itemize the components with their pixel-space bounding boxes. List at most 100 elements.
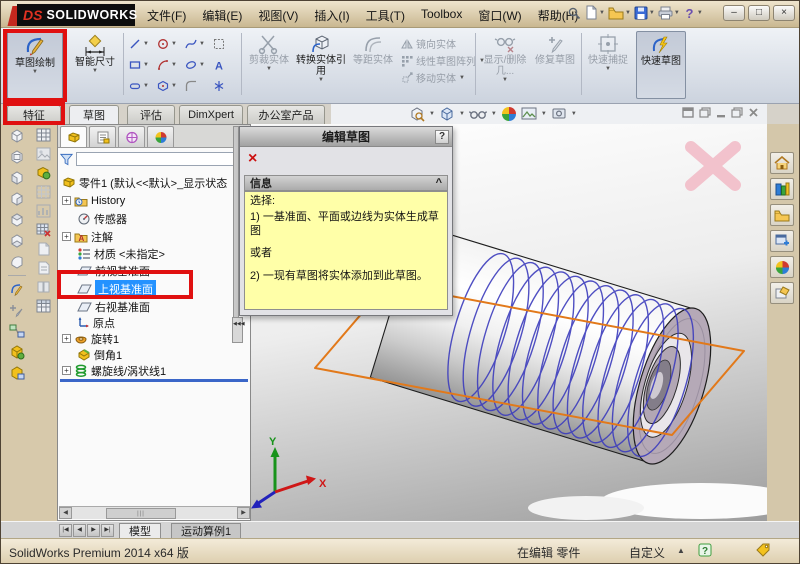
display-style-cube-icon[interactable] [439, 106, 455, 122]
status-help-icon[interactable]: ? [698, 543, 712, 557]
scroll-right-button[interactable]: ▶ [237, 507, 250, 519]
dropdown-arrow[interactable]: ▼ [199, 62, 205, 68]
dropdown-arrow[interactable]: ▼ [199, 41, 205, 47]
view-isometric-icon[interactable] [9, 254, 25, 270]
file-explorer-button[interactable] [770, 230, 794, 252]
tab-features[interactable]: 特征 [7, 105, 61, 124]
menu-window[interactable]: 窗口(W) [478, 7, 521, 24]
book-tool-icon[interactable] [36, 280, 51, 294]
trim-entities-button[interactable]: 剪裁实体 ▼ [247, 31, 291, 99]
dropdown-arrow[interactable]: ▼ [143, 83, 149, 89]
feature-box2-icon[interactable] [9, 365, 25, 381]
grid-tool-icon[interactable] [36, 185, 51, 199]
dropdown-arrow[interactable]: ▼ [92, 68, 98, 75]
dropdown-arrow[interactable]: ▼ [429, 111, 435, 117]
menu-insert[interactable]: 插入(I) [314, 7, 349, 24]
expand-icon[interactable]: + [62, 196, 71, 205]
rapid-sketch-button[interactable]: 快速草图 [636, 31, 686, 99]
tree-item-material[interactable]: 材质 <未指定> [62, 245, 248, 262]
dropdown-arrow[interactable]: ▼ [649, 10, 655, 16]
grid-delete-icon[interactable] [36, 223, 51, 237]
convert-entities-button[interactable]: 转换实体引用 ▼ [295, 31, 347, 99]
last-tab-button[interactable]: ▶| [101, 524, 114, 537]
scene-icon[interactable] [521, 106, 537, 122]
first-tab-button[interactable]: |◀ [59, 524, 72, 537]
view-top-icon[interactable] [9, 212, 25, 228]
dropdown-arrow[interactable]: ▼ [599, 10, 605, 16]
dropdown-arrow[interactable]: ▼ [32, 69, 38, 76]
tree-item-helix1[interactable]: + 螺旋线/涡状线1 [62, 362, 248, 379]
tree-filter-input[interactable] [76, 152, 248, 166]
sheet-tool-icon[interactable] [36, 242, 51, 256]
menu-edit[interactable]: 编辑(E) [202, 7, 242, 24]
resources-button[interactable] [770, 178, 794, 200]
dropdown-arrow[interactable]: ▼ [625, 10, 631, 16]
line-tool[interactable]: ▼ [127, 34, 154, 54]
view-left-icon[interactable] [9, 170, 25, 186]
tab-sketch[interactable]: 草图 [69, 105, 119, 124]
dropdown-arrow[interactable]: ▼ [605, 66, 611, 73]
print-icon[interactable] [658, 6, 673, 20]
info-section-header[interactable]: 信息 ^ [244, 175, 448, 191]
model-tab[interactable]: 模型 [119, 523, 161, 539]
hide-show-glasses-icon[interactable] [468, 107, 487, 121]
next-tab-button[interactable]: ▶ [87, 524, 100, 537]
dropdown-arrow[interactable]: ▼ [491, 111, 497, 117]
dropdown-arrow[interactable]: ▼ [318, 77, 324, 84]
tree-item-origin[interactable]: 原点 [62, 314, 248, 331]
view-settings-icon[interactable] [551, 106, 567, 122]
offset-entities-button[interactable]: 等距实体 [351, 31, 395, 99]
sketch-picture-icon[interactable] [36, 147, 51, 161]
expand-icon[interactable]: + [62, 232, 71, 241]
tree-item-right-plane[interactable]: 右视基准面 [62, 298, 248, 315]
display-delete-relations-button[interactable]: 显示/删除几... ▼ [480, 31, 530, 99]
tree-item-root[interactable]: 零件1 (默认<<默认>_显示状态 [62, 174, 248, 191]
save-icon[interactable] [634, 6, 648, 20]
tree-item-chamfer1[interactable]: 倒角1 [62, 346, 248, 363]
view-right-icon[interactable] [9, 191, 25, 207]
tab-office-products[interactable]: 办公室产品 [247, 105, 325, 124]
sketch-toolbar-icon[interactable] [9, 281, 25, 297]
tree-item-sensors[interactable]: 传感器 [62, 210, 248, 227]
tab-evaluate[interactable]: 评估 [127, 105, 175, 124]
open-folder-icon[interactable] [608, 6, 624, 20]
maximize-button[interactable]: □ [748, 5, 770, 21]
view-bottom-icon[interactable] [9, 233, 25, 249]
scroll-thumb[interactable]: ||| [106, 507, 176, 519]
dropdown-arrow[interactable]: ▼ [541, 111, 547, 117]
close-button[interactable]: × [773, 5, 795, 21]
doc-close-icon[interactable] [748, 107, 759, 118]
prev-tab-button[interactable]: ◀ [73, 524, 86, 537]
panel-collapse-handle[interactable]: ◀◀◀ [232, 317, 245, 343]
design-library-button[interactable] [770, 204, 794, 226]
smart-dimension-button[interactable]: 智能尺寸 ▼ [71, 31, 119, 99]
repair-sketch-button[interactable]: 修复草图 [534, 31, 576, 99]
table2-icon[interactable] [36, 299, 51, 313]
dropdown-arrow[interactable]: ▼ [171, 62, 177, 68]
zoom-fit-icon[interactable] [409, 106, 425, 122]
quick-snaps-button[interactable]: 快速捕捉 ▼ [586, 31, 630, 99]
menu-view[interactable]: 视图(V) [258, 7, 298, 24]
text-tool[interactable]: A [211, 55, 238, 75]
dropdown-arrow[interactable]: ▼ [697, 10, 703, 16]
rectangle-tool[interactable]: ▼ [127, 55, 154, 75]
fillet-tool[interactable] [183, 76, 210, 96]
new-document-icon[interactable] [584, 5, 598, 20]
panel-help-button[interactable]: ? [435, 130, 449, 144]
dropdown-arrow[interactable]: ▼ [571, 111, 577, 117]
dropdown-arrow[interactable]: ▼ [266, 66, 272, 73]
linear-pattern-button[interactable]: 线性草图阵列 ▼ [401, 53, 485, 68]
search-icon[interactable] [567, 6, 581, 20]
selection-box-tool[interactable] [211, 34, 238, 54]
tree-horizontal-scrollbar[interactable]: ◀ ||| ▶ [59, 506, 250, 519]
rollback-bar[interactable] [60, 379, 248, 382]
sketch-button[interactable]: 草图绘制 ▼ [7, 31, 63, 99]
tree-item-history[interactable]: + History [62, 192, 248, 209]
custom-dropdown[interactable]: 自定义 [629, 544, 665, 561]
featuremanager-tab[interactable] [60, 126, 87, 147]
collapse-chevron-icon[interactable]: ^ [436, 177, 442, 189]
move-entities-button[interactable]: 移动实体 ▼ [401, 70, 485, 85]
help-icon[interactable]: ? [683, 6, 696, 20]
dropdown-arrow[interactable]: ▼ [171, 83, 177, 89]
table-icon[interactable] [36, 128, 51, 142]
